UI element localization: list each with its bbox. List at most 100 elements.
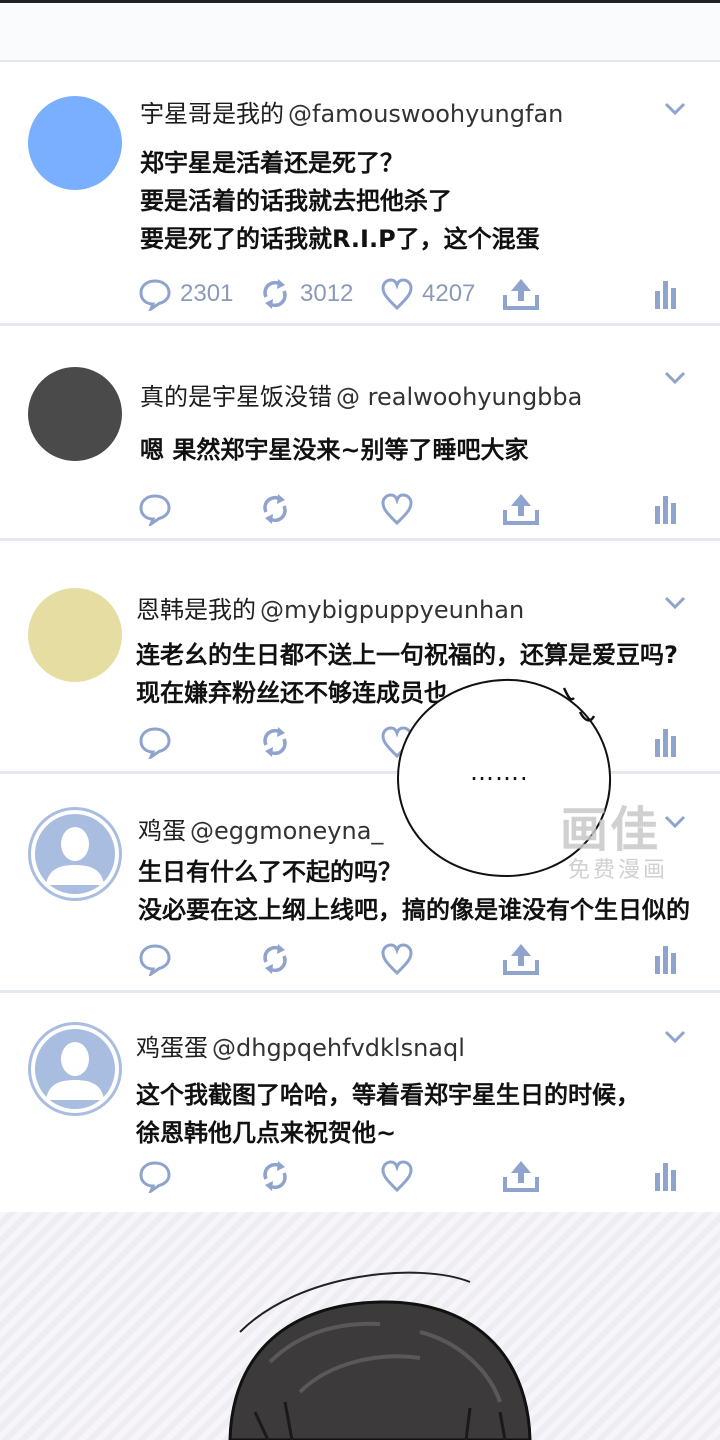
retweet-button[interactable] — [258, 939, 292, 979]
post-body: 这个我截图了哈哈，等着看郑宇星生日的时候， 徐恩韩他几点来祝贺他~ — [136, 1076, 640, 1152]
stats-button[interactable] — [654, 939, 678, 979]
person-icon — [31, 810, 119, 898]
post-2[interactable]: 真的是宇星饭没错 @ realwoohyungbba 嗯 果然郑宇星没来~别等了睡… — [0, 327, 720, 541]
stats-icon — [655, 1163, 676, 1191]
post-line: 没必要在这上纲上线吧，搞的像是谁没有个生日似的 — [138, 896, 690, 924]
retweet-count: 3012 — [300, 280, 354, 307]
reply-icon — [139, 494, 171, 526]
share-icon — [503, 1161, 539, 1192]
like-button[interactable] — [380, 489, 414, 529]
post-body: 郑宇星是活着还是死了？ 要是活着的话我就去把他杀了 要是死了的话我就R.I.P了… — [140, 144, 540, 258]
username[interactable]: 恩韩是我的 — [136, 596, 256, 624]
retweet-button[interactable] — [258, 489, 292, 529]
reply-icon — [139, 727, 171, 759]
bubble-text: ……. — [470, 758, 529, 786]
stats-icon — [655, 281, 676, 309]
share-button[interactable] — [502, 939, 540, 979]
watermark-logo: 画佳 — [560, 802, 661, 858]
stats-button[interactable] — [654, 489, 678, 529]
user-handle[interactable]: @eggmoneyna_ — [190, 817, 383, 845]
like-count: 4207 — [422, 280, 476, 307]
chevron-down-icon[interactable] — [664, 596, 686, 610]
post-header: 鸡蛋蛋 @dhgpqehfvdklsnaql — [136, 1028, 465, 1063]
share-button[interactable] — [502, 274, 540, 314]
reply-icon — [139, 279, 171, 311]
retweet-icon — [263, 727, 287, 757]
heart-icon — [381, 1160, 413, 1193]
retweet-button[interactable] — [258, 722, 292, 762]
share-icon — [503, 279, 539, 310]
post-1[interactable]: 宇星哥是我的 @famouswoohyungfan 郑宇星是活着还是死了？ 要是活… — [0, 64, 720, 326]
user-handle[interactable]: @dhgpqehfvdklsnaql — [212, 1034, 465, 1062]
stats-icon — [655, 946, 676, 974]
reply-button[interactable]: 2301 — [138, 274, 233, 314]
share-icon — [503, 494, 539, 525]
action-bar — [0, 939, 720, 979]
reply-button[interactable] — [138, 939, 172, 979]
stats-button[interactable] — [654, 274, 678, 314]
avatar[interactable] — [28, 367, 122, 461]
stats-button[interactable] — [654, 722, 678, 762]
avatar-default[interactable] — [28, 1022, 122, 1116]
post-header: 恩韩是我的 @mybigpuppyeunhan — [136, 590, 524, 625]
username[interactable]: 鸡蛋 — [138, 817, 186, 845]
action-bar — [0, 489, 720, 529]
action-bar: 2301 3012 4207 — [0, 274, 720, 314]
top-bar — [0, 0, 720, 62]
post-line: 徐恩韩他几点来祝贺他~ — [136, 1119, 397, 1147]
retweet-button[interactable] — [258, 1156, 292, 1196]
post-header: 真的是宇星饭没错 @ realwoohyungbba — [140, 377, 582, 412]
username[interactable]: 鸡蛋蛋 — [136, 1034, 208, 1062]
character-hair-illustration — [228, 1271, 532, 1440]
username[interactable]: 宇星哥是我的 — [140, 100, 284, 128]
like-button[interactable]: 4207 — [380, 274, 475, 314]
chevron-down-icon[interactable] — [664, 102, 686, 116]
username[interactable]: 真的是宇星饭没错 — [140, 383, 332, 411]
post-line: 郑宇星是活着还是死了？ — [140, 149, 404, 177]
reply-button[interactable] — [138, 489, 172, 529]
heart-icon — [381, 278, 413, 311]
post-line: 连老幺的生日都不送上一句祝福的，还算是爱豆吗? — [136, 641, 678, 669]
stats-icon — [655, 729, 676, 757]
retweet-icon — [263, 279, 287, 309]
reply-button[interactable] — [138, 722, 172, 762]
avatar-default[interactable] — [28, 807, 122, 901]
post-header: 鸡蛋 @eggmoneyna_ — [138, 811, 383, 846]
retweet-icon — [263, 494, 287, 524]
like-button[interactable] — [380, 939, 414, 979]
heart-icon — [381, 943, 413, 976]
reply-count: 2301 — [180, 280, 234, 307]
like-button[interactable] — [380, 1156, 414, 1196]
chevron-down-icon[interactable] — [664, 371, 686, 385]
share-button[interactable] — [502, 489, 540, 529]
stats-icon — [655, 496, 676, 524]
user-handle[interactable]: @famouswoohyungfan — [288, 100, 563, 128]
comic-illustration — [0, 1212, 720, 1440]
post-header: 宇星哥是我的 @famouswoohyungfan — [140, 94, 563, 129]
reply-icon — [139, 944, 171, 976]
share-button[interactable] — [502, 1156, 540, 1196]
retweet-icon — [263, 944, 287, 974]
user-handle[interactable]: @ realwoohyungbba — [336, 383, 582, 411]
share-icon — [503, 944, 539, 975]
action-bar — [0, 1156, 720, 1196]
post-line: 要是死了的话我就R.I.P了，这个混蛋 — [140, 225, 540, 253]
retweet-icon — [263, 1161, 287, 1191]
heart-icon — [381, 493, 413, 526]
post-line: 这个我截图了哈哈，等着看郑宇星生日的时候， — [136, 1081, 640, 1109]
reply-button[interactable] — [138, 1156, 172, 1196]
post-5[interactable]: 鸡蛋蛋 @dhgpqehfvdklsnaql 这个我截图了哈哈，等着看郑宇星生日的… — [0, 994, 720, 1208]
post-line: 嗯 果然郑宇星没来~别等了睡吧大家 — [140, 436, 529, 464]
stats-button[interactable] — [654, 1156, 678, 1196]
chevron-down-icon[interactable] — [664, 1030, 686, 1044]
watermark: 画佳 免费漫画 — [560, 790, 700, 885]
user-handle[interactable]: @mybigpuppyeunhan — [260, 596, 524, 624]
avatar[interactable] — [28, 96, 122, 190]
avatar[interactable] — [28, 588, 122, 682]
reply-icon — [139, 1161, 171, 1193]
watermark-subtitle: 免费漫画 — [568, 858, 669, 883]
post-body: 嗯 果然郑宇星没来~别等了睡吧大家 — [140, 431, 528, 469]
retweet-button[interactable]: 3012 — [258, 274, 353, 314]
person-icon — [31, 1025, 119, 1113]
post-line: 要是活着的话我就去把他杀了 — [140, 187, 452, 215]
